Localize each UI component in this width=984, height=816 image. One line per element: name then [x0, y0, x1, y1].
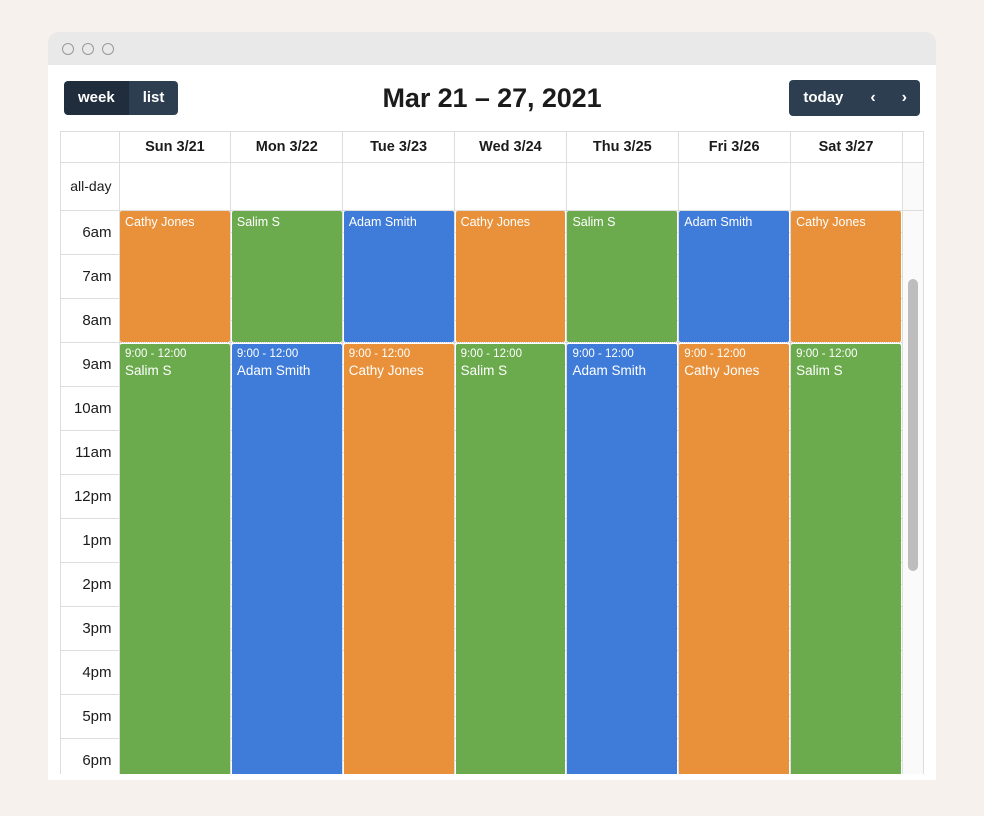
event-title: Adam Smith [684, 214, 753, 229]
axis-corner [61, 132, 120, 163]
calendar-event[interactable]: 9:00 - 12:00 Salim S [120, 343, 230, 774]
event-time: 9:00 - 12:00 [796, 347, 858, 360]
view-button-week[interactable]: week [64, 80, 129, 116]
event-time: 9:00 - 12:00 [348, 347, 411, 360]
event-time: 9:00 - 12:00 [236, 347, 299, 360]
day-header-row: Sun 3/21 Mon 3/22 Tue 3/23 Wed 3/24 Thu … [61, 132, 923, 163]
event-time: 9:00 - 12:00 [460, 347, 522, 360]
event-title: Cathy Jones [460, 214, 531, 229]
time-axis-label: 2pm [61, 562, 120, 607]
all-day-cell-mon[interactable] [230, 161, 344, 211]
time-axis-label: 6pm [61, 738, 120, 774]
all-day-scroll-spacer [901, 161, 923, 211]
time-axis-label: 6am [61, 210, 120, 255]
day-header-sat[interactable]: Sat 3/27 [789, 132, 903, 163]
close-dot-icon[interactable] [62, 42, 74, 55]
event-time: 9:00 - 12:00 [684, 347, 746, 360]
time-axis-label: 9am [61, 342, 120, 387]
scrollbar-thumb[interactable] [908, 278, 918, 571]
calendar-event[interactable]: 9:00 - 12:00 Salim S [455, 343, 566, 774]
event-title: Adam Smith [236, 363, 311, 379]
day-column-fri: Adam Smith 9:00 - 12:00 Cathy Jones [678, 210, 790, 774]
event-title: Adam Smith [348, 214, 417, 229]
calendar-event[interactable]: Cathy Jones [791, 210, 902, 342]
time-axis-label: 10am [61, 386, 120, 431]
time-axis-label: 4pm [61, 650, 120, 695]
prev-week-chevron-icon[interactable]: ‹ [857, 80, 889, 116]
calendar-event[interactable]: 9:00 - 12:00 Adam Smith [231, 343, 342, 774]
all-day-cell-wed[interactable] [454, 161, 567, 211]
event-time: 9:00 - 12:00 [572, 347, 634, 360]
events-layer: Cathy Jones 9:00 - 12:00 Salim S Salim S 9:… [119, 210, 902, 774]
calendar-event[interactable]: Adam Smith [343, 210, 454, 342]
event-title: Salim S [796, 363, 843, 379]
event-title: Salim S [236, 214, 280, 229]
calendar-header-table: Sun 3/21 Mon 3/22 Tue 3/23 Wed 3/24 Thu … [61, 132, 923, 211]
time-axis-label: 1pm [61, 518, 120, 563]
all-day-cell-fri[interactable] [677, 161, 791, 211]
time-axis-label: 11am [61, 430, 120, 475]
day-column-thu: Salim S 9:00 - 12:00 Adam Smith [566, 210, 678, 774]
calendar-event[interactable]: Salim S [231, 210, 342, 342]
day-header-fri[interactable]: Fri 3/26 [677, 132, 791, 163]
window-titlebar [48, 32, 936, 65]
calendar-event[interactable]: 9:00 - 12:00 Adam Smith [567, 343, 678, 774]
calendar-event[interactable]: 9:00 - 12:00 Cathy Jones [679, 343, 790, 774]
day-column-mon: Salim S 9:00 - 12:00 Adam Smith [231, 210, 343, 774]
week-calendar: Sun 3/21 Mon 3/22 Tue 3/23 Wed 3/24 Thu … [60, 131, 924, 774]
next-week-chevron-icon[interactable]: › [888, 80, 920, 116]
time-axis-label: 12pm [61, 474, 120, 519]
date-navigation: today ‹ › [789, 80, 920, 116]
day-header-sun[interactable]: Sun 3/21 [118, 132, 232, 163]
event-title: Adam Smith [572, 363, 646, 379]
header-scroll-spacer [902, 132, 923, 163]
all-day-label: all-day [61, 161, 120, 211]
event-title: Salim S [572, 214, 616, 229]
day-header-wed[interactable]: Wed 3/24 [454, 132, 567, 163]
event-title: Cathy Jones [684, 363, 760, 379]
calendar-event[interactable]: Cathy Jones [120, 210, 230, 342]
calendar-event[interactable]: 9:00 - 12:00 Salim S [791, 343, 902, 774]
today-button[interactable]: today [789, 80, 858, 116]
day-column-sat: Cathy Jones 9:00 - 12:00 Salim S [790, 210, 902, 774]
calendar-event[interactable]: Cathy Jones [455, 210, 566, 342]
time-axis-label: 7am [61, 254, 120, 299]
event-time: 9:00 - 12:00 [125, 347, 187, 360]
event-title: Cathy Jones [125, 214, 195, 229]
browser-window: week list Mar 21 – 27, 2021 today ‹ › Su… [48, 32, 936, 780]
time-grid-scroll-area[interactable]: 6am 7am 8am 9am 10am 11am 12pm 1pm 2pm 3pm 4pm 5pm 6… [61, 210, 923, 774]
event-title: Cathy Jones [796, 214, 866, 229]
calendar-toolbar: week list Mar 21 – 27, 2021 today ‹ › [60, 65, 924, 131]
event-title: Salim S [125, 363, 172, 379]
day-column-sun: Cathy Jones 9:00 - 12:00 Salim S [119, 210, 231, 774]
day-header-thu[interactable]: Thu 3/25 [565, 132, 679, 163]
day-column-tue: Adam Smith 9:00 - 12:00 Cathy Jones [343, 210, 455, 774]
maximize-dot-icon[interactable] [102, 42, 114, 55]
all-day-cell-thu[interactable] [565, 161, 679, 211]
minimize-dot-icon[interactable] [82, 42, 94, 55]
all-day-cell-tue[interactable] [342, 161, 456, 211]
time-axis-label: 5pm [61, 694, 120, 739]
time-axis-label: 8am [61, 298, 120, 343]
time-grid-scrollbar[interactable] [902, 210, 923, 774]
day-column-wed: Cathy Jones 9:00 - 12:00 Salim S [455, 210, 567, 774]
time-axis-label: 3pm [61, 606, 120, 651]
calendar-event[interactable]: 9:00 - 12:00 Cathy Jones [343, 343, 454, 774]
all-day-cell-sat[interactable] [789, 161, 903, 211]
all-day-row: all-day [61, 161, 923, 211]
day-header-mon[interactable]: Mon 3/22 [230, 132, 344, 163]
day-header-tue[interactable]: Tue 3/23 [342, 132, 456, 163]
calendar-event[interactable]: Adam Smith [679, 210, 790, 342]
event-title: Cathy Jones [348, 363, 424, 379]
view-button-list[interactable]: list [128, 80, 179, 116]
all-day-cell-sun[interactable] [118, 161, 232, 211]
calendar-page: week list Mar 21 – 27, 2021 today ‹ › Su… [48, 65, 936, 780]
view-switcher: week list [64, 80, 179, 116]
calendar-event[interactable]: Salim S [567, 210, 678, 342]
event-title: Salim S [460, 363, 508, 379]
